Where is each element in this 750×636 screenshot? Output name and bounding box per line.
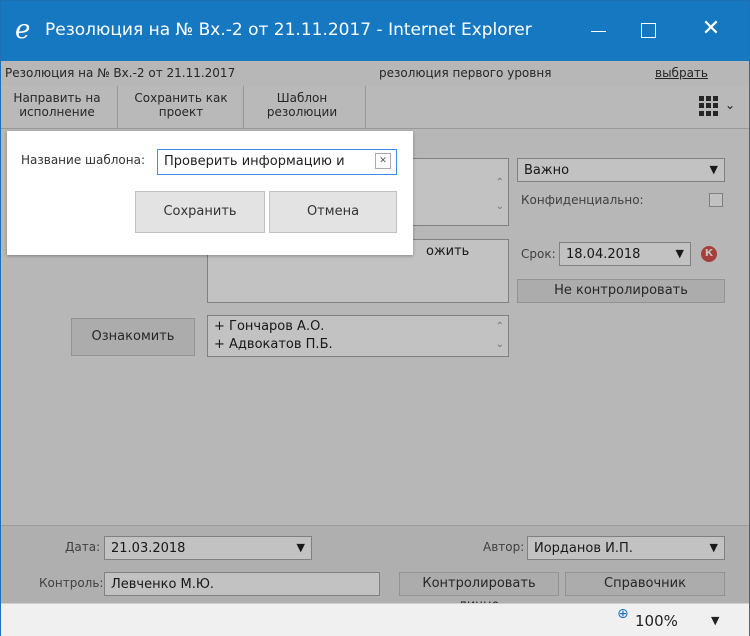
cancel-button[interactable]: Отмена: [269, 191, 397, 233]
zoom-dropdown-icon[interactable]: ▼: [711, 614, 719, 627]
window-title: Резолюция на № Вх.-2 от 21.11.2017 - Int…: [45, 20, 532, 40]
save-button[interactable]: Сохранить: [135, 191, 265, 233]
minimize-button[interactable]: [579, 15, 619, 45]
save-template-dialog: Название шаблона: Проверить информацию и…: [7, 131, 413, 255]
template-name-label: Название шаблона:: [21, 153, 146, 167]
zoom-icon[interactable]: ⊕: [617, 606, 629, 622]
template-name-value: Проверить информацию и: [164, 154, 345, 169]
status-bar: ⊕ 100% ▼: [1, 603, 749, 636]
title-bar: e Резолюция на № Вх.-2 от 21.11.2017 - I…: [1, 1, 749, 61]
close-button[interactable]: ✕: [691, 15, 731, 45]
maximize-button[interactable]: [629, 15, 669, 45]
clear-input-icon[interactable]: ✕: [375, 153, 391, 169]
internet-explorer-icon: e: [15, 15, 31, 45]
zoom-level[interactable]: 100%: [635, 612, 678, 630]
template-name-input[interactable]: Проверить информацию и ✕: [157, 149, 397, 175]
